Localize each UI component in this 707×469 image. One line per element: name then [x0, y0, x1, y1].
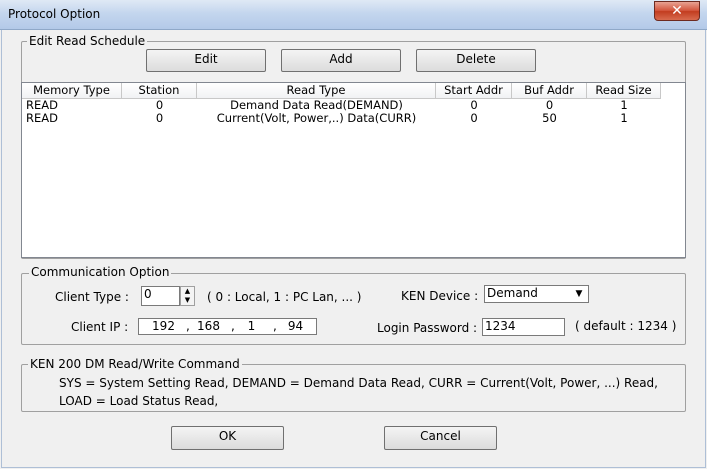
spinner-up-icon[interactable]: ▲	[181, 287, 194, 296]
client-type-hint: ( 0 : Local, 1 : PC Lan, ... )	[207, 290, 362, 304]
column-header-start-addr[interactable]: Start Addr	[436, 83, 512, 99]
ip-dot: ,	[231, 319, 235, 333]
command-line-1: SYS = System Setting Read, DEMAND = Dema…	[59, 376, 658, 390]
command-info-legend: KEN 200 DM Read/Write Command	[28, 357, 242, 371]
ok-button[interactable]: OK	[171, 426, 284, 450]
table-row[interactable]: READ 0 Current(Volt, Power,..) Data(CURR…	[22, 112, 685, 125]
ken-device-value: Demand	[487, 286, 538, 300]
command-line-2: LOAD = Load Status Read,	[59, 394, 219, 408]
client-ip-label: Client IP :	[71, 320, 129, 334]
client-type-input[interactable]: 0	[141, 286, 180, 306]
ip-dot: ,	[186, 319, 190, 333]
ken-device-label: KEN Device :	[401, 289, 479, 303]
column-header-memory-type[interactable]: Memory Type	[22, 83, 122, 99]
close-button[interactable]: ✕	[654, 1, 700, 21]
spinner-down-icon[interactable]: ▼	[181, 296, 194, 305]
communication-option-legend: Communication Option	[29, 265, 172, 279]
title-bar	[0, 0, 707, 30]
column-header-read-size[interactable]: Read Size	[587, 83, 661, 99]
cell-read-size: 1	[620, 111, 628, 125]
cell-start-addr: 0	[470, 111, 478, 125]
chevron-down-icon[interactable]: ▼	[572, 287, 586, 301]
client-type-label: Client Type :	[55, 290, 129, 304]
delete-button[interactable]: Delete	[416, 49, 536, 72]
window-title: Protocol Option	[8, 7, 101, 21]
column-header-station[interactable]: Station	[122, 83, 197, 99]
cell-station: 0	[155, 111, 164, 125]
ip-octet-1[interactable]: 192	[151, 319, 176, 334]
communication-option-group	[21, 273, 686, 345]
client-ip-field[interactable]: 192 , 168 , 1 , 94	[138, 318, 317, 335]
column-header-read-type[interactable]: Read Type	[197, 83, 436, 99]
cell-buf-addr: 50	[542, 111, 557, 125]
ip-dot: ,	[273, 319, 277, 333]
cell-read-type: Current(Volt, Power,..) Data(CURR)	[216, 111, 417, 125]
edit-read-schedule-legend: Edit Read Schedule	[27, 34, 148, 48]
add-button[interactable]: Add	[281, 49, 401, 72]
cancel-button[interactable]: Cancel	[384, 426, 497, 450]
ip-octet-2[interactable]: 168	[196, 319, 221, 334]
ip-octet-3[interactable]: 1	[239, 319, 264, 334]
column-header-buf-addr[interactable]: Buf Addr	[512, 83, 587, 99]
cell-memory-type: READ	[26, 111, 58, 125]
password-hint: ( default : 1234 )	[575, 319, 677, 333]
login-password-input[interactable]: 1234	[482, 318, 565, 336]
ken-device-select[interactable]: Demand ▼	[484, 285, 589, 303]
client-type-spinner[interactable]: ▲ ▼	[180, 286, 195, 306]
login-password-label: Login Password :	[377, 321, 478, 335]
edit-button[interactable]: Edit	[146, 49, 266, 72]
schedule-list[interactable]: Memory Type Station Read Type Start Addr…	[21, 82, 686, 258]
ip-octet-4[interactable]: 94	[283, 319, 308, 334]
